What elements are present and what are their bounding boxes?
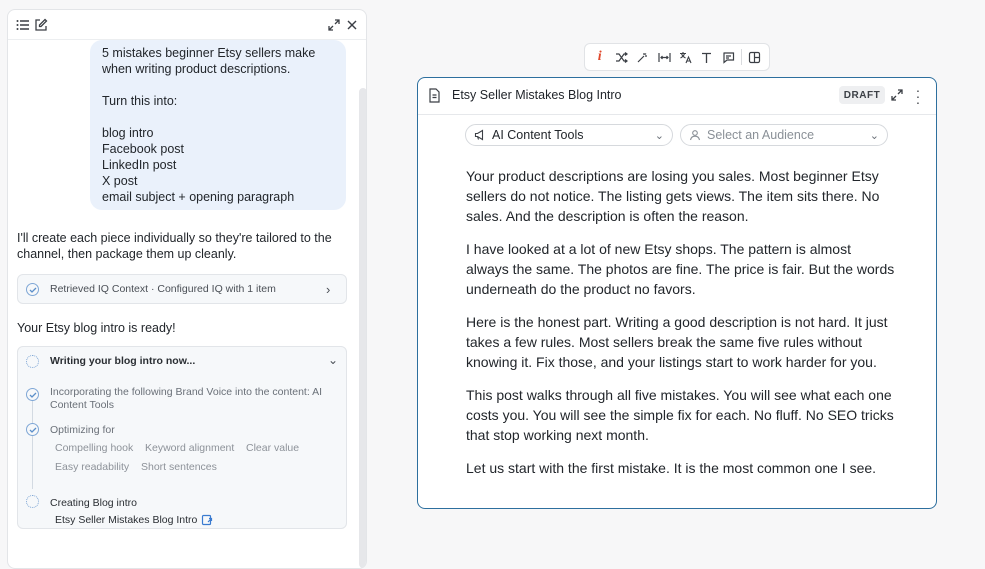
user-message-line: LinkedIn post <box>102 158 177 172</box>
ai-reply-1: I'll create each piece individually so t… <box>17 230 347 262</box>
user-message-bubble: 5 mistakes beginner Etsy sellers make wh… <box>90 40 346 210</box>
optimization-tag: Keyword alignment <box>145 442 235 454</box>
expand-icon[interactable] <box>888 86 906 104</box>
user-message-line: X post <box>102 174 138 188</box>
document-title: Etsy Seller Mistakes Blog Intro <box>452 88 622 102</box>
ai-reply-2: Your Etsy blog intro is ready! <box>17 321 176 335</box>
new-chat-icon[interactable] <box>32 16 50 34</box>
chevron-down-icon: ⌄ <box>654 129 664 142</box>
context-card[interactable]: Retrieved IQ Context · Configured IQ wit… <box>17 274 347 304</box>
progress-card: Writing your blog intro now... ⌄ Incorpo… <box>17 346 347 529</box>
brand-voice-line: Incorporating the following Brand Voice … <box>50 386 323 398</box>
blog-intro-link-label: Etsy Seller Mistakes Blog Intro <box>55 514 198 526</box>
brand-voice-line: Content Tools <box>50 399 115 411</box>
chevron-down-icon: ⌄ <box>869 129 879 142</box>
toolbar-divider <box>740 49 742 65</box>
ai-reply-line: I'll create each piece individually so t… <box>17 231 332 245</box>
chevron-right-icon: › <box>326 282 331 297</box>
loading-icon <box>26 355 39 368</box>
document-header: Etsy Seller Mistakes Blog Intro DRAFT · ·… <box>418 78 936 115</box>
close-icon[interactable] <box>343 16 361 34</box>
user-message-line: email subject + opening paragraph <box>102 190 295 204</box>
context-card-label: Retrieved IQ Context · Configured IQ wit… <box>50 283 276 295</box>
status-badge: DRAFT <box>839 86 885 104</box>
chat-scrollbar[interactable] <box>359 88 366 568</box>
open-document-icon <box>201 514 213 526</box>
user-message-line: when writing product descriptions. <box>102 62 291 76</box>
document-body[interactable]: Your product descriptions are losing you… <box>466 166 896 491</box>
layout-icon[interactable] <box>745 48 763 66</box>
content-tools-label: AI Content Tools <box>492 128 584 142</box>
progress-title: Writing your blog intro now... <box>50 355 196 367</box>
audience-select[interactable]: Select an Audience ⌄ <box>680 124 888 146</box>
user-message-line: Turn this into: <box>102 94 178 108</box>
text-color-icon[interactable]: i <box>591 48 609 66</box>
user-icon <box>689 129 701 141</box>
magic-wand-icon[interactable] <box>634 48 652 66</box>
document-paragraph: Here is the honest part. Writing a good … <box>466 314 888 370</box>
comment-icon[interactable] <box>719 48 737 66</box>
document-paragraph: I have looked at a lot of new Etsy shops… <box>466 241 895 297</box>
user-message-line: Facebook post <box>102 142 184 156</box>
optimizing-step: Optimizing for <box>50 424 115 436</box>
optimization-tag: Easy readability <box>55 461 130 473</box>
more-options-icon[interactable]: · · · <box>915 83 921 109</box>
check-icon <box>26 423 39 436</box>
expand-icon[interactable] <box>325 16 343 34</box>
optimization-tag: Short sentences <box>141 461 217 473</box>
document-card: Etsy Seller Mistakes Blog Intro DRAFT · ·… <box>417 77 937 509</box>
optimization-tag: Clear value <box>246 442 300 454</box>
creating-step: Creating Blog intro <box>50 497 137 509</box>
check-icon <box>26 388 39 401</box>
document-paragraph: Let us start with the first mistake. It … <box>466 460 877 476</box>
megaphone-icon <box>474 129 486 141</box>
width-icon[interactable] <box>655 48 673 66</box>
check-icon <box>26 283 39 296</box>
user-message-line <box>102 109 334 125</box>
document-paragraph: This post walks through all five mistake… <box>466 387 894 443</box>
translate-icon[interactable] <box>676 48 694 66</box>
user-message-line: blog intro <box>102 126 154 140</box>
ai-reply-line: channel, then package them up cleanly. <box>17 247 237 261</box>
document-icon <box>428 88 441 108</box>
loading-icon <box>26 495 39 508</box>
shuffle-icon[interactable] <box>612 48 630 66</box>
brand-voice-step: Incorporating the following Brand Voice … <box>50 386 340 412</box>
timeline-line <box>32 399 33 489</box>
chat-panel: 5 mistakes beginner Etsy sellers make wh… <box>7 9 367 569</box>
optimization-tag: Compelling hook <box>55 442 134 454</box>
text-icon[interactable] <box>698 48 716 66</box>
list-icon[interactable] <box>14 16 32 34</box>
user-message-line <box>102 77 334 93</box>
blog-intro-link[interactable]: Etsy Seller Mistakes Blog Intro <box>55 514 213 526</box>
user-message-line: 5 mistakes beginner Etsy sellers make <box>102 46 316 60</box>
audience-placeholder: Select an Audience <box>707 128 815 142</box>
content-tools-select[interactable]: AI Content Tools ⌄ <box>465 124 673 146</box>
document-paragraph: Your product descriptions are losing you… <box>466 168 880 224</box>
chevron-down-icon[interactable]: ⌄ <box>328 353 338 367</box>
formatting-toolbar: i <box>584 43 770 71</box>
